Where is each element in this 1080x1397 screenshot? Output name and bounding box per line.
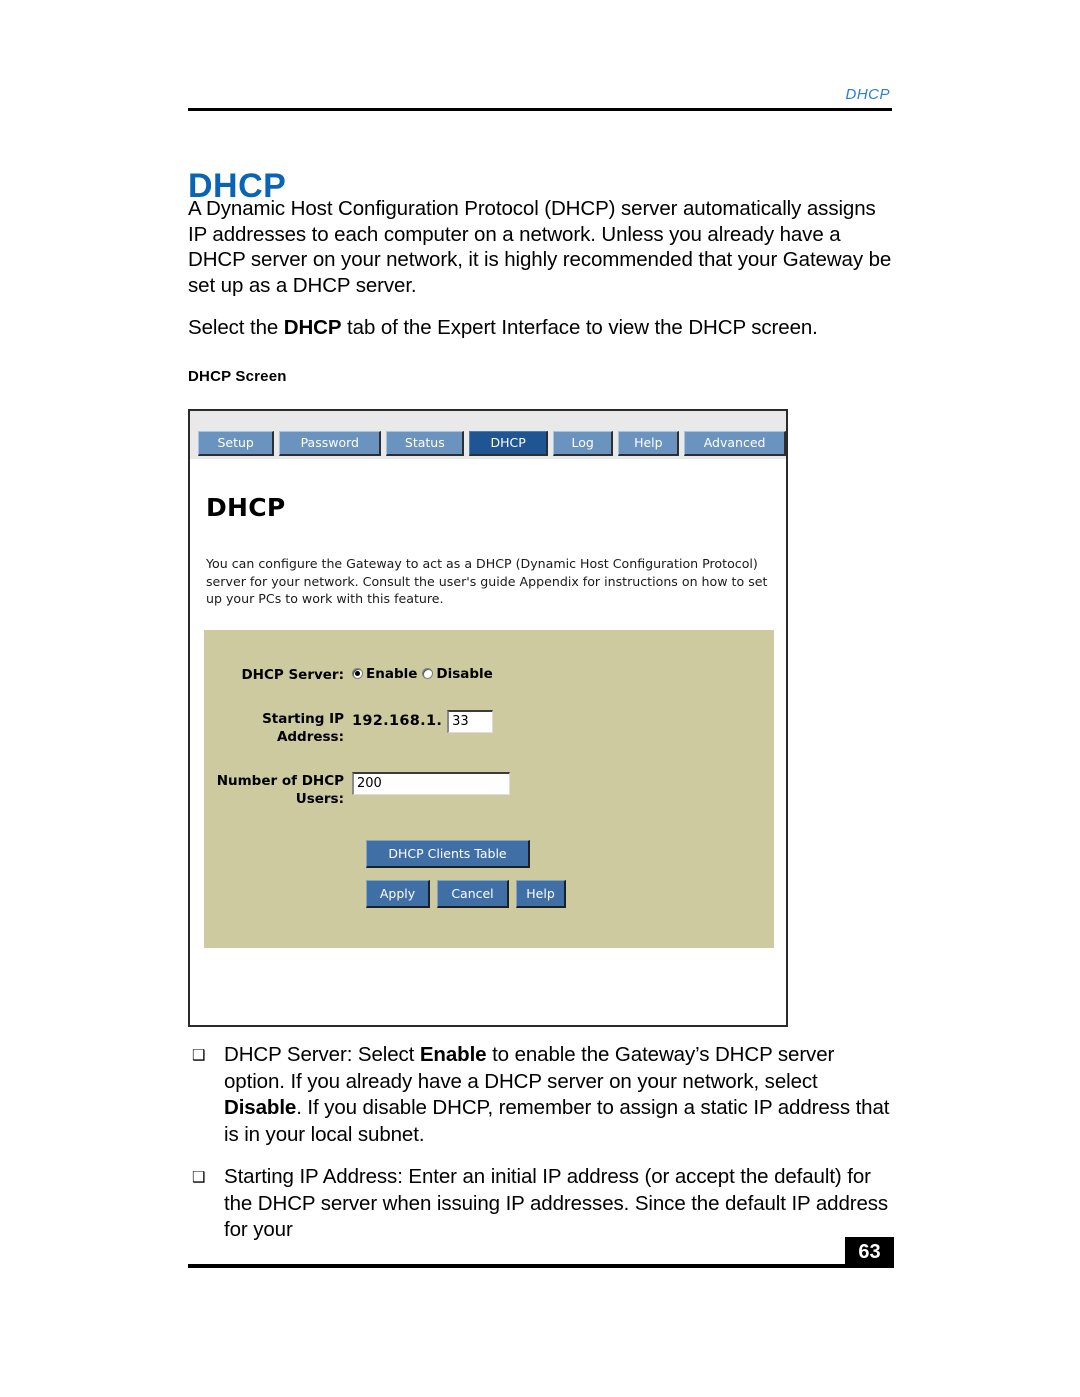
dhcp-server-row: DHCP Server: Enable Disable (204, 666, 774, 684)
dhcp-clients-table-button[interactable]: DHCP Clients Table (366, 839, 530, 868)
figure-caption: DHCP Screen (188, 368, 287, 385)
form-button-area: DHCP Clients Table Apply Cancel Help (204, 834, 774, 908)
page-number: 63 (845, 1237, 894, 1268)
tab-setup[interactable]: Setup (198, 431, 275, 456)
number-of-users-row: Number of DHCP Users: (204, 771, 774, 808)
number-of-users-label: Number of DHCP Users: (216, 772, 344, 807)
bullet0-tail: . If you disable DHCP, remember to assig… (224, 1096, 890, 1146)
radio-enable-icon[interactable] (352, 668, 363, 679)
dhcp-server-radio-group: Enable Disable (352, 666, 493, 682)
running-header: DHCP (188, 86, 892, 111)
starting-ip-field: 192.168.1. (352, 709, 774, 733)
radio-disable-label: Disable (436, 665, 493, 682)
form-action-buttons: Apply Cancel Help (366, 879, 774, 908)
bullet-marker-icon: ❑ (192, 1169, 206, 1186)
screen-description: You can configure the Gateway to act as … (206, 556, 768, 606)
starting-ip-row: Starting IP Address: 192.168.1. (204, 709, 774, 746)
running-header-text: DHCP (845, 86, 890, 103)
radio-option-disable[interactable]: Disable (422, 665, 493, 682)
select-suffix: tab of the Expert Interface to view the … (341, 316, 818, 340)
cancel-button[interactable]: Cancel (437, 879, 509, 908)
tab-log[interactable]: Log (552, 431, 614, 456)
help-button[interactable]: Help (516, 879, 566, 908)
starting-ip-label: Starting IP Address: (262, 710, 344, 745)
tab-help[interactable]: Help (618, 431, 680, 456)
starting-ip-input[interactable] (447, 709, 494, 733)
radio-enable-label: Enable (366, 665, 418, 682)
tab-bar: Setup Password Status DHCP Log Help Adva… (190, 411, 786, 459)
tab-password[interactable]: Password (279, 431, 382, 456)
radio-disable-icon[interactable] (422, 668, 434, 679)
number-of-users-input[interactable] (352, 771, 510, 795)
router-ui-screenshot: Setup Password Status DHCP Log Help Adva… (188, 409, 788, 1027)
number-of-users-field (352, 771, 774, 795)
bullet-marker-icon: ❑ (192, 1047, 206, 1064)
bullet-dhcp-server: ❑ DHCP Server: Select Enable to enable t… (190, 1042, 896, 1148)
bullet-starting-ip: ❑ Starting IP Address: Enter an initial … (190, 1164, 896, 1244)
intro-paragraph: A Dynamic Host Configuration Protocol (D… (188, 197, 892, 297)
screen-body: DHCP You can configure the Gateway to ac… (190, 459, 786, 948)
tab-dhcp[interactable]: DHCP (469, 431, 548, 456)
starting-ip-prefix: 192.168.1. (352, 713, 443, 729)
body-column: A Dynamic Host Configuration Protocol (D… (188, 196, 898, 358)
footer-rule (188, 1264, 894, 1268)
dhcp-server-field: Enable Disable (352, 666, 774, 682)
bullet0-bold-enable: Enable (419, 1043, 487, 1066)
apply-button[interactable]: Apply (366, 879, 430, 908)
bullet-dhcp-server-text: DHCP Server: Select Enable to enable the… (224, 1042, 896, 1148)
bullet0-bold-disable: Disable (224, 1096, 297, 1119)
bullet-list: ❑ DHCP Server: Select Enable to enable t… (190, 1042, 896, 1260)
dhcp-form-panel: DHCP Server: Enable Disable Starting IP … (204, 629, 774, 948)
select-tab-paragraph: Select the DHCP tab of the Expert Interf… (188, 315, 898, 341)
tab-status[interactable]: Status (386, 431, 465, 456)
bullet-starting-ip-text: Starting IP Address: Enter an initial IP… (224, 1165, 889, 1241)
bullet0-lead: DHCP Server: Select (224, 1043, 420, 1066)
radio-option-enable[interactable]: Enable (352, 666, 417, 682)
dhcp-server-label: DHCP Server: (241, 666, 344, 683)
select-prefix: Select the (188, 316, 284, 340)
tab-advanced[interactable]: Advanced (684, 431, 786, 456)
header-rule (188, 108, 892, 111)
screen-heading: DHCP (206, 493, 286, 522)
select-bold-dhcp: DHCP (283, 316, 342, 340)
